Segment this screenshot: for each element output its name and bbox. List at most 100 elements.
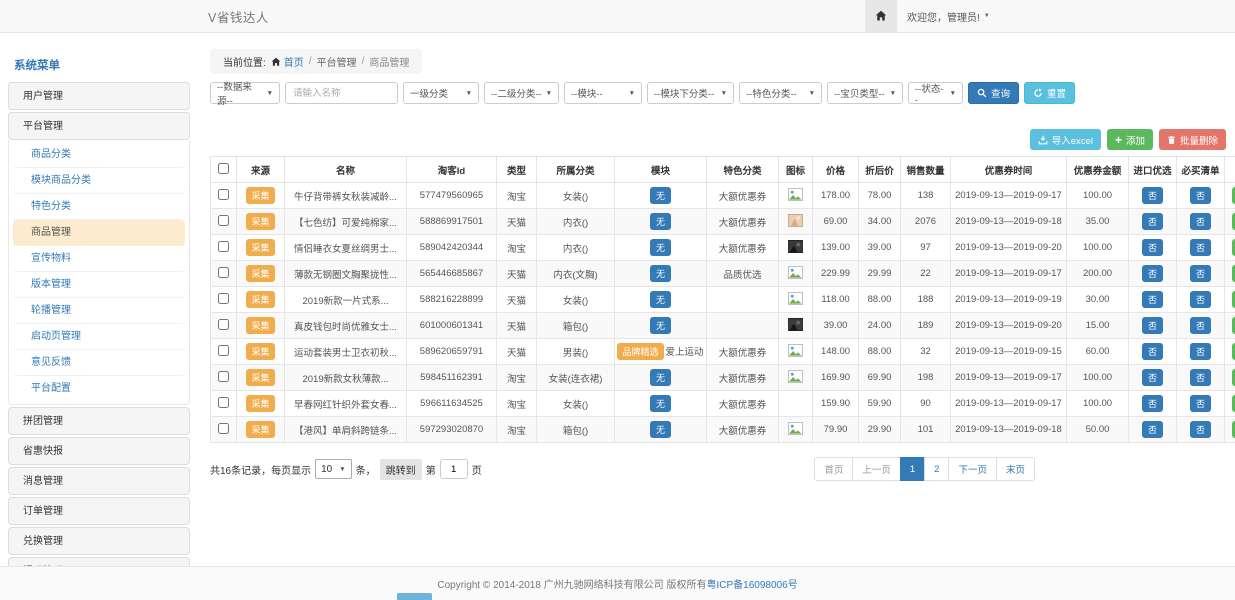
- filter-select[interactable]: --状态--▼: [908, 82, 963, 104]
- sidebar-item[interactable]: 平台配置: [13, 376, 185, 402]
- filter-select[interactable]: 一级分类▼: [403, 82, 479, 104]
- row-select-cell: [211, 365, 237, 391]
- page-size-select[interactable]: 10 ▼: [315, 459, 352, 479]
- add-button[interactable]: + 添加: [1107, 129, 1153, 150]
- filter-select[interactable]: --数据来源--▼: [210, 82, 280, 104]
- row-checkbox[interactable]: [218, 215, 229, 226]
- row-checkbox[interactable]: [218, 267, 229, 278]
- must-buy-toggle[interactable]: 否: [1190, 213, 1211, 230]
- sidebar-item[interactable]: 模块商品分类: [13, 168, 185, 194]
- must-buy-toggle[interactable]: 否: [1190, 317, 1211, 334]
- batch-delete-button[interactable]: 批量删除: [1159, 129, 1226, 150]
- must-buy-toggle[interactable]: 否: [1190, 291, 1211, 308]
- sidebar-item[interactable]: 商品分类: [13, 142, 185, 168]
- import-select-toggle[interactable]: 否: [1142, 291, 1163, 308]
- coupon-amount-cell: 100.00: [1067, 391, 1129, 417]
- must-buy-cell: 否: [1177, 339, 1225, 365]
- status-cell: 上架: [1225, 209, 1235, 235]
- taoke-id-cell: 589042420344: [407, 235, 497, 261]
- must-buy-toggle[interactable]: 否: [1190, 369, 1211, 386]
- icon-cell: [779, 365, 813, 391]
- sidebar-section[interactable]: 省惠快报: [8, 437, 190, 465]
- page-button[interactable]: 2: [924, 457, 949, 481]
- sidebar-item[interactable]: 启动页管理: [13, 324, 185, 350]
- row-checkbox[interactable]: [218, 241, 229, 252]
- sidebar-item[interactable]: 版本管理: [13, 272, 185, 298]
- query-button[interactable]: 查询: [968, 82, 1019, 104]
- filter-select[interactable]: --宝贝类型--▼: [827, 82, 903, 104]
- filter-select[interactable]: --特色分类--▼: [739, 82, 822, 104]
- must-buy-toggle[interactable]: 否: [1190, 187, 1211, 204]
- sidebar-item[interactable]: 商品管理: [13, 220, 185, 246]
- must-buy-toggle[interactable]: 否: [1190, 343, 1211, 360]
- sidebar-section[interactable]: 消息管理: [8, 467, 190, 495]
- import-select-toggle[interactable]: 否: [1142, 369, 1163, 386]
- coupon-amount-cell: 100.00: [1067, 235, 1129, 261]
- filter-select[interactable]: --模块下分类--▼: [647, 82, 734, 104]
- row-checkbox[interactable]: [218, 397, 229, 408]
- product-thumbnail: [788, 240, 803, 253]
- feature-cell: 大额优惠券: [707, 339, 779, 365]
- reset-button[interactable]: 重置: [1024, 82, 1075, 104]
- page-button[interactable]: 下一页: [948, 457, 997, 481]
- sidebar-item[interactable]: 宣传物料: [13, 246, 185, 272]
- select-all-checkbox[interactable]: [218, 163, 229, 174]
- type-cell: 天猫: [497, 339, 537, 365]
- row-checkbox[interactable]: [218, 189, 229, 200]
- row-checkbox[interactable]: [218, 423, 229, 434]
- must-buy-toggle[interactable]: 否: [1190, 239, 1211, 256]
- column-header: 必买清单: [1177, 157, 1225, 183]
- type-cell: 淘宝: [497, 183, 537, 209]
- type-cell: 天猫: [497, 287, 537, 313]
- source-cell: 采集: [237, 417, 285, 443]
- sidebar-section[interactable]: 平台管理: [8, 112, 190, 140]
- sidebar-title: 系统菜单: [8, 46, 190, 82]
- import-excel-button[interactable]: 导入excel: [1030, 129, 1101, 150]
- icp-link[interactable]: 粤ICP备16098006号: [706, 576, 797, 591]
- icon-cell: [779, 261, 813, 287]
- sidebar-item[interactable]: 轮播管理: [13, 298, 185, 324]
- sidebar-section[interactable]: 用户管理: [8, 82, 190, 110]
- page-button[interactable]: 末页: [996, 457, 1035, 481]
- row-checkbox[interactable]: [218, 319, 229, 330]
- home-button[interactable]: [865, 0, 897, 32]
- table-row: 采集运动套装男士卫衣初秋...589620659791天猫男装()品牌精选爱上运…: [211, 339, 1235, 365]
- jump-page-input[interactable]: [440, 459, 468, 479]
- source-badge: 采集: [246, 187, 274, 204]
- breadcrumb-home-link[interactable]: 首页: [271, 54, 304, 69]
- sidebar-section[interactable]: 订单管理: [8, 497, 190, 525]
- import-select-toggle[interactable]: 否: [1142, 343, 1163, 360]
- product-name-cell: 薄款无钢圈文胸聚拢性...: [285, 261, 407, 287]
- feature-cell: 大额优惠券: [707, 209, 779, 235]
- sidebar-item[interactable]: 特色分类: [13, 194, 185, 220]
- import-select-toggle[interactable]: 否: [1142, 265, 1163, 282]
- filter-select[interactable]: --模块--▼: [564, 82, 642, 104]
- sidebar-item[interactable]: 意见反馈: [13, 350, 185, 376]
- column-header: 优惠券金额: [1067, 157, 1129, 183]
- row-checkbox[interactable]: [218, 345, 229, 356]
- row-checkbox[interactable]: [218, 293, 229, 304]
- import-select-toggle[interactable]: 否: [1142, 187, 1163, 204]
- column-header: 特色分类: [707, 157, 779, 183]
- must-buy-cell: 否: [1177, 261, 1225, 287]
- sidebar-section[interactable]: 兑换管理: [8, 527, 190, 555]
- page-button[interactable]: 1: [900, 457, 925, 481]
- feature-cell: 大额优惠券: [707, 183, 779, 209]
- import-select-toggle[interactable]: 否: [1142, 317, 1163, 334]
- must-buy-toggle[interactable]: 否: [1190, 395, 1211, 412]
- category-cell: 内衣(): [537, 235, 615, 261]
- row-checkbox[interactable]: [218, 371, 229, 382]
- table-row: 采集薄款无钢圈文胸聚拢性...565446685867天猫内衣(文胸)无品质优选…: [211, 261, 1235, 287]
- jump-button[interactable]: 跳转到: [380, 459, 422, 480]
- import-select-toggle[interactable]: 否: [1142, 213, 1163, 230]
- import-select-toggle[interactable]: 否: [1142, 421, 1163, 438]
- import-select-toggle[interactable]: 否: [1142, 239, 1163, 256]
- must-buy-toggle[interactable]: 否: [1190, 265, 1211, 282]
- import-select-toggle[interactable]: 否: [1142, 395, 1163, 412]
- name-search-input[interactable]: [285, 82, 398, 104]
- sidebar-section[interactable]: 拼团管理: [8, 407, 190, 435]
- module-cell: 无: [615, 235, 707, 261]
- user-menu[interactable]: 欢迎您，管理员! ▼: [897, 9, 1000, 24]
- must-buy-toggle[interactable]: 否: [1190, 421, 1211, 438]
- filter-select[interactable]: --二级分类--▼: [484, 82, 559, 104]
